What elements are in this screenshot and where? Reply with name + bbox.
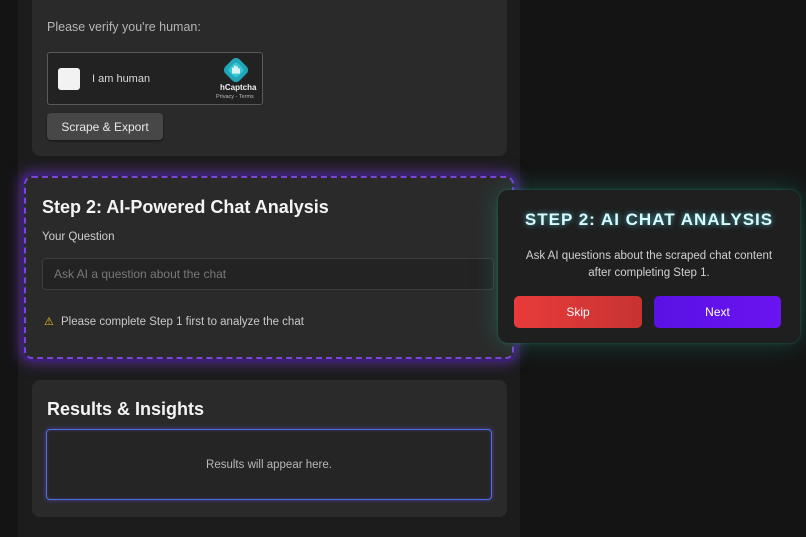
warning-icon: ⚠ (44, 316, 54, 328)
step1-required-warning: ⚠ Please complete Step 1 first to analyze… (44, 315, 304, 328)
results-output: Results will appear here. (46, 429, 492, 500)
scrape-export-button[interactable]: Scrape & Export (47, 113, 163, 140)
results-card: Results & Insights Results will appear h… (32, 380, 507, 517)
verify-label: Please verify you're human: (47, 20, 201, 34)
step2-title: Step 2: AI-Powered Chat Analysis (42, 197, 329, 217)
question-input[interactable] (42, 258, 494, 290)
hcaptcha-links[interactable]: Privacy - Terms (216, 94, 254, 100)
skip-button[interactable]: Skip (514, 296, 642, 328)
results-title: Results & Insights (47, 399, 205, 419)
step1-card: Please verify you're human: I am human h… (32, 0, 507, 156)
step2-card: Step 2: AI-Powered Chat Analysis Your Qu… (24, 176, 514, 359)
warning-text: Please complete Step 1 first to analyze … (61, 316, 304, 328)
captcha-label: I am human (92, 73, 151, 85)
hcaptcha-widget: I am human hCaptcha Privacy - Terms (47, 52, 263, 105)
question-label: Your Question (42, 231, 115, 243)
tour-tooltip: STEP 2: AI CHAT ANALYSIS Ask AI question… (498, 190, 800, 343)
captcha-checkbox[interactable] (58, 68, 80, 90)
hcaptcha-logo-icon (224, 58, 248, 82)
results-placeholder: Results will appear here. (206, 458, 332, 471)
hcaptcha-brand: hCaptcha (220, 83, 257, 92)
tour-description: Ask AI questions about the scraped chat … (525, 250, 773, 279)
next-button[interactable]: Next (654, 296, 781, 328)
tour-title: STEP 2: AI CHAT ANALYSIS (524, 210, 774, 229)
